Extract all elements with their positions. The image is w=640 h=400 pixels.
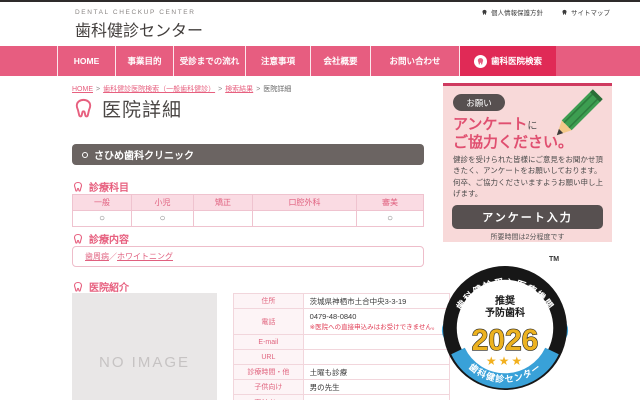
table-row-url: URL [234, 350, 449, 365]
breadcrumb-search[interactable]: 歯科健診医院検索（一般歯科健診） [103, 86, 215, 93]
badge-line2: 予防歯科 [485, 306, 525, 319]
contents-box: 歯周病／ホワイトニング [72, 246, 424, 267]
tooth-icon [72, 181, 84, 193]
certification-badge: 歯科健診受入医療機関 歯科健診センター 推奨 予防歯科 2026 ★★★ [440, 263, 570, 393]
tooth-icon [474, 55, 487, 68]
breadcrumb-home[interactable]: HOME [72, 86, 93, 93]
main-nav: HOME 事業目的 受診までの流れ 注意事項 会社概要 お問い合わせ 歯科医院検… [0, 46, 640, 76]
subjects-header-row: 一般 小児 矯正 口腔外科 審美 [73, 195, 423, 210]
section-intro: 医院紹介 [72, 279, 129, 294]
tooth-icon [72, 281, 84, 293]
survey-heading-line2: ご協力ください。 [453, 131, 573, 152]
phone-note: ※医院への直接申込みはお受けできません。 [310, 321, 449, 331]
subjects-marks-row: ○ ○ ○ [73, 210, 423, 226]
survey-card: お願い アンケートに ご協力ください。 健診を受けられた皆様にご意見をお聞かせ頂… [443, 83, 612, 242]
page-title: 医院詳細 [72, 95, 182, 122]
table-row-email: E-mail [234, 335, 449, 350]
nav-item-notes[interactable]: 注意事項 [245, 46, 310, 76]
breadcrumb: HOME>歯科健診医院検索（一般歯科健診）>検索結果>医院詳細 [72, 84, 291, 94]
table-row-elderly: 高齢者・ [234, 395, 449, 400]
top-border-line [0, 0, 640, 2]
breadcrumb-current: 医院詳細 [263, 86, 291, 93]
subjects-table: 一般 小児 矯正 口腔外科 審美 ○ ○ ○ [72, 194, 424, 227]
nav-item-company[interactable]: 会社概要 [310, 46, 370, 76]
table-row-phone: 電話 0479-48-0840※医院への直接申込みはお受けできません。 [234, 309, 449, 335]
badge-line1: 推奨 [495, 294, 516, 307]
table-row-hours: 診療時間・他 土曜も診療 [234, 365, 449, 380]
sitemap-link[interactable]: サイトマップ [561, 7, 610, 17]
link-periodontal[interactable]: 歯周病 [85, 251, 109, 262]
section-contents: 診療内容 [72, 231, 129, 246]
nav-item-home[interactable]: HOME [57, 46, 115, 76]
bullet-icon [82, 152, 88, 158]
request-badge: お願い [453, 94, 505, 111]
badge-year: 2026 [472, 324, 539, 357]
clinic-detail-page: DENTAL CHECKUP CENTER 歯科健診センター 個人情報保護方針 … [0, 0, 640, 400]
sitemap-label: サイトマップ [571, 7, 610, 17]
utility-links: 個人情報保護方針 サイトマップ [481, 7, 610, 17]
nav-item-clinic-search[interactable]: 歯科医院検索 [460, 46, 556, 76]
no-image-placeholder: NO IMAGE [72, 293, 217, 400]
table-row-kids: 子供向け 男の先生 [234, 380, 449, 395]
table-row-address: 住所 茨城県神栖市土合中央3-3-19 [234, 294, 449, 309]
tooth-icon [561, 9, 568, 16]
badge-stars: ★★★ [486, 354, 524, 368]
site-logo[interactable]: DENTAL CHECKUP CENTER 歯科健診センター [75, 9, 203, 41]
breadcrumb-results[interactable]: 検索結果 [225, 86, 253, 93]
logo-subtitle: DENTAL CHECKUP CENTER [75, 9, 203, 16]
nav-item-flow[interactable]: 受診までの流れ [173, 46, 245, 76]
survey-body: 健診を受けられた皆様にご意見をお聞かせ頂きたく、アンケートをお願いしております。… [453, 154, 605, 199]
clinic-name: さひめ歯科クリニック [94, 147, 194, 162]
section-subjects: 診療科目 [72, 179, 129, 194]
clinic-name-bar: さひめ歯科クリニック [72, 144, 424, 165]
survey-submit-button[interactable]: アンケート入力 [452, 205, 603, 229]
tooth-icon [72, 233, 84, 245]
link-whitening[interactable]: ホワイトニング [117, 251, 173, 262]
privacy-policy-link[interactable]: 個人情報保護方針 [481, 7, 543, 17]
nav-item-contact[interactable]: お問い合わせ [370, 46, 460, 76]
nav-item-purpose[interactable]: 事業目的 [115, 46, 173, 76]
trademark-label: TM [549, 256, 559, 263]
tooth-icon [72, 97, 95, 120]
tooth-icon [481, 9, 488, 16]
clinic-info-table: 住所 茨城県神栖市土合中央3-3-19 電話 0479-48-0840※医院への… [233, 293, 450, 400]
privacy-policy-label: 個人情報保護方針 [491, 7, 543, 17]
logo-title: 歯科健診センター [75, 17, 203, 41]
survey-time-note: 所要時間は2分程度です [443, 232, 612, 242]
